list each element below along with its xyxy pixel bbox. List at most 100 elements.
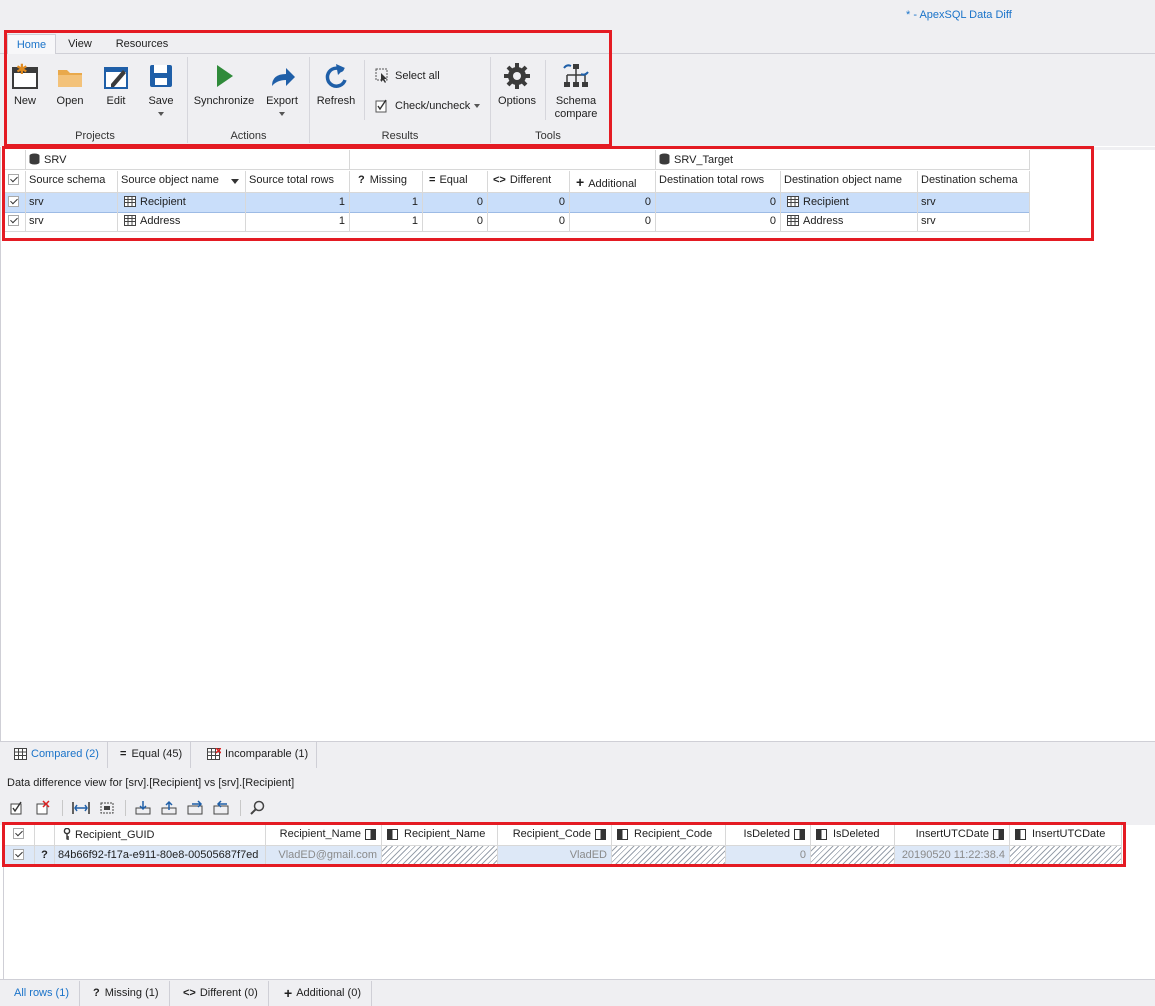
schema-compare-button[interactable]: Schema compare (552, 62, 600, 121)
checkbox[interactable] (8, 215, 19, 226)
edit-button[interactable]: Edit (96, 62, 136, 108)
select-all-button[interactable]: Select all (375, 68, 440, 83)
tab-incomparable[interactable]: Incomparable (1) (199, 742, 318, 768)
col-recipient-code-src[interactable]: Recipient_Code (498, 825, 612, 846)
equal-icon: = (120, 748, 127, 760)
cell-code-src: VladED (498, 846, 612, 866)
checkbox[interactable] (8, 196, 19, 207)
col-source-total-rows[interactable]: Source total rows (246, 171, 350, 193)
band-source: SRV (26, 150, 350, 170)
col-source-schema[interactable]: Source schema (26, 171, 118, 193)
checkbox[interactable] (8, 174, 19, 185)
cell-source-object: Recipient (118, 193, 246, 213)
cell-source-total: 1 (246, 212, 350, 232)
col-destination-total-rows[interactable]: Destination total rows (656, 171, 781, 193)
col-insertutcdate-src[interactable]: InsertUTCDate (895, 825, 1010, 846)
col-recipient-code-dst[interactable]: Recipient_Code (612, 825, 726, 846)
tab-missing-rows[interactable]: ? Missing (1) (83, 981, 170, 1006)
cell-code-dst-empty (612, 846, 726, 866)
diff-select-all[interactable] (5, 825, 35, 846)
cell-dest-schema: srv (918, 212, 1030, 232)
data-diff-toolbar (8, 800, 267, 816)
diff-status-col (35, 825, 55, 846)
new-button[interactable]: ✱ New (6, 62, 44, 108)
col-recipient-name-src[interactable]: Recipient_Name (266, 825, 382, 846)
col-insertutcdate-dst[interactable]: InsertUTCDate (1010, 825, 1122, 846)
tab-equal[interactable]: = Equal (45) (112, 742, 192, 768)
equal-icon: = (429, 174, 436, 186)
question-icon: ? (358, 174, 365, 186)
band-compare (350, 150, 656, 170)
group-label-projects: Projects (75, 130, 115, 142)
edit-icon (104, 67, 128, 89)
tab-different-rows[interactable]: <> Different (0) (173, 981, 269, 1006)
cell-source-total: 1 (246, 193, 350, 213)
cell-dest-object: Recipient (781, 193, 918, 213)
uncheck-rows-icon[interactable] (34, 800, 54, 816)
source-side-icon (794, 829, 805, 840)
col-source-object-name[interactable]: Source object name (118, 171, 246, 193)
cell-source-schema: srv (26, 212, 118, 232)
tab-compared[interactable]: Compared (2) (6, 742, 108, 768)
search-icon[interactable] (249, 800, 267, 816)
panel-edge (1030, 147, 1155, 150)
col-recipient-guid[interactable]: Recipient_GUID (55, 825, 266, 846)
cell-different: 0 (488, 193, 570, 213)
new-project-icon: ✱ (12, 62, 38, 89)
cell-source-schema: srv (26, 193, 118, 213)
folder-icon (58, 70, 82, 87)
table-icon (124, 215, 136, 226)
open-button[interactable]: Open (50, 62, 90, 108)
save-button[interactable]: Save (142, 62, 180, 116)
tab-home[interactable]: Home (7, 34, 56, 54)
key-icon (63, 827, 71, 840)
col-recipient-name-dst[interactable]: Recipient_Name (382, 825, 498, 846)
col-destination-object-name[interactable]: Destination object name (781, 171, 918, 193)
cell-different: 0 (488, 212, 570, 232)
col-isdeleted-src[interactable]: IsDeleted (726, 825, 811, 846)
cell-equal: 0 (423, 212, 488, 232)
save-icon (150, 65, 172, 87)
check-uncheck-button[interactable]: Check/uncheck (375, 98, 481, 113)
synchronize-button[interactable]: Synchronize (193, 62, 255, 108)
tab-all-rows[interactable]: All rows (1) (4, 981, 81, 1006)
row-checkbox[interactable] (5, 193, 26, 213)
tab-resources[interactable]: Resources (108, 34, 176, 54)
expand-icon[interactable] (97, 800, 117, 816)
col-destination-schema[interactable]: Destination schema (918, 171, 1030, 193)
cell-date-dst-empty (1010, 846, 1122, 866)
col-equal[interactable]: = Equal (423, 171, 488, 193)
different-icon: <> (183, 987, 196, 999)
fit-columns-icon[interactable] (71, 800, 91, 816)
refresh-button[interactable]: Refresh (315, 62, 357, 108)
cell-missing: 1 (350, 212, 423, 232)
import-icon[interactable] (134, 800, 154, 816)
tab-additional-rows[interactable]: + Additional (0) (274, 981, 373, 1006)
cell-dest-total: 0 (656, 212, 781, 232)
source-db-label: SRV (44, 154, 67, 166)
row-checkbox[interactable] (5, 212, 26, 232)
target-db-label: SRV_Target (674, 154, 734, 166)
report-icon[interactable] (212, 800, 232, 816)
svg-text:✱: ✱ (16, 62, 28, 78)
checkbox[interactable] (13, 828, 24, 839)
col-isdeleted-dst[interactable]: IsDeleted (811, 825, 895, 846)
checkbox[interactable] (13, 849, 24, 860)
source-side-icon (365, 829, 376, 840)
select-all-checkbox[interactable] (5, 171, 26, 193)
options-button[interactable]: Options (496, 62, 538, 108)
export-arrow-icon (272, 68, 295, 86)
col-additional[interactable]: + Additional (570, 171, 656, 193)
target-side-icon (617, 829, 628, 840)
source-side-icon (993, 829, 1004, 840)
row-checkbox[interactable] (5, 846, 35, 866)
export-button[interactable]: Export (261, 62, 303, 116)
col-missing[interactable]: ? Missing (350, 171, 423, 193)
export-icon[interactable] (160, 800, 180, 816)
col-different[interactable]: <> Different (488, 171, 570, 193)
tab-view[interactable]: View (60, 34, 100, 54)
missing-status-icon: ? (35, 846, 55, 866)
check-rows-icon[interactable] (8, 800, 28, 816)
script-icon[interactable] (186, 800, 206, 816)
cell-additional: 0 (570, 193, 656, 213)
